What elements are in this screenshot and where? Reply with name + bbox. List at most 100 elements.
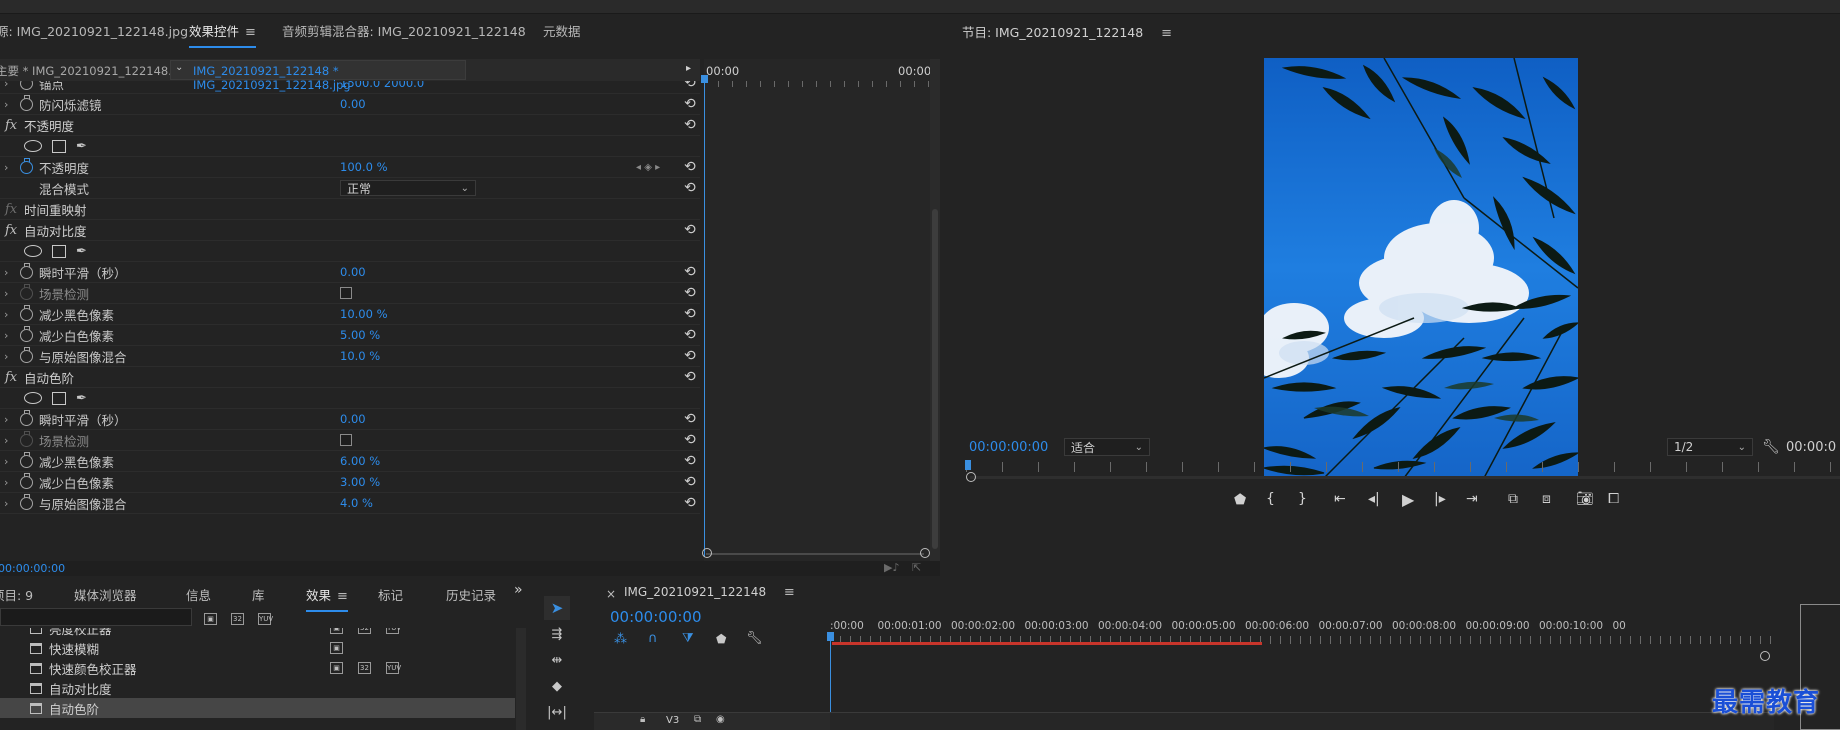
param-value[interactable]: 1500.0 2000.0 — [340, 81, 424, 90]
lift-icon[interactable]: ⧉ — [1508, 491, 1518, 507]
effect-list-item[interactable]: 自动色阶 — [0, 698, 515, 718]
tab-source[interactable]: 源: IMG_20210921_122148.jpg — [0, 21, 188, 40]
accelerated-effects-icon[interactable]: ▣ — [204, 610, 217, 625]
effects-list-scrollbar[interactable] — [516, 628, 526, 730]
scene-detect-checkbox[interactable] — [340, 287, 352, 299]
program-scroll-track[interactable] — [970, 476, 1840, 479]
chevron-right-icon[interactable]: › — [4, 329, 8, 342]
effect-list-item[interactable]: 自动对比度 — [0, 678, 515, 698]
effect-row[interactable]: › 瞬时平滑（秒） 0.00 ⟲ — [0, 262, 700, 283]
rectangle-mask-icon[interactable] — [52, 139, 66, 153]
stopwatch-icon[interactable] — [20, 157, 33, 174]
linked-selection-icon[interactable]: ⧩ — [682, 631, 694, 646]
rectangle-mask-icon[interactable] — [52, 391, 66, 405]
track-lane-v3[interactable] — [830, 712, 1774, 730]
ripple-edit-tool[interactable]: ⇹ — [544, 648, 570, 672]
stopwatch-icon[interactable] — [20, 430, 33, 447]
master-clip-label[interactable]: 主要 * IMG_20210921_122148.jpg — [0, 63, 190, 79]
tab-effect-controls[interactable]: 效果控件 ≡ — [189, 21, 256, 48]
resolution-dropdown[interactable]: 1/2 ⌄ — [1667, 438, 1753, 456]
param-value[interactable]: 6.00 % — [340, 454, 380, 468]
param-value[interactable]: 10.0 % — [340, 349, 380, 363]
reset-icon[interactable]: ⟲ — [684, 474, 696, 490]
scene-detect-checkbox[interactable] — [340, 434, 352, 446]
fx-badge-icon[interactable]: fx — [5, 118, 17, 133]
effect-row[interactable]: › 减少黑色像素 6.00 % ⟲ — [0, 451, 700, 472]
chevron-right-icon[interactable]: › — [4, 455, 8, 468]
param-value[interactable]: 4.0 % — [340, 496, 373, 510]
effect-list-item[interactable]: 快速模糊 ▣ — [0, 638, 515, 658]
fit-dropdown[interactable]: 适合 ⌄ — [1064, 438, 1150, 456]
marker-icon[interactable]: ⬟ — [1234, 492, 1246, 508]
reset-icon[interactable]: ⟲ — [684, 117, 696, 133]
pen-mask-icon[interactable]: ✒ — [76, 391, 87, 406]
effect-row[interactable]: › 与原始图像混合 4.0 % ⟲ — [0, 493, 700, 514]
reset-icon[interactable]: ⟲ — [684, 180, 696, 196]
stopwatch-icon[interactable] — [20, 325, 33, 342]
program-video-frame[interactable] — [1264, 58, 1578, 478]
reset-icon[interactable]: ⟲ — [684, 495, 696, 511]
sync-lock-icon[interactable]: ⧉ — [694, 714, 701, 725]
param-value[interactable]: 3.00 % — [340, 475, 380, 489]
zoom-handle-left[interactable] — [702, 548, 712, 558]
chevron-right-icon[interactable]: › — [4, 81, 8, 90]
effect-playhead-handle[interactable] — [701, 75, 708, 83]
reset-icon[interactable]: ⟲ — [684, 81, 696, 91]
more-tabs-icon[interactable]: » — [514, 582, 523, 598]
reset-icon[interactable]: ⟲ — [684, 432, 696, 448]
work-area-bar[interactable] — [832, 642, 1262, 645]
effect-row[interactable]: › 减少黑色像素 10.00 % ⟲ — [0, 304, 700, 325]
param-value[interactable]: 5.00 % — [340, 328, 380, 342]
param-value[interactable]: 10.00 % — [340, 307, 388, 321]
ellipse-mask-icon[interactable] — [24, 245, 42, 257]
fx-badge-icon[interactable]: fx — [5, 223, 17, 238]
chevron-right-icon[interactable]: › — [4, 413, 8, 426]
param-value[interactable]: 0.00 — [340, 265, 366, 279]
mark-in-icon[interactable]: { — [1266, 491, 1275, 507]
effect-row[interactable]: fx 自动色阶 ⟲ — [0, 367, 700, 388]
close-icon[interactable]: × — [606, 587, 616, 601]
blend-mode-dropdown[interactable]: 正常 ⌄ — [340, 180, 476, 196]
play-icon[interactable]: ▶ — [1402, 490, 1414, 509]
stopwatch-icon[interactable] — [20, 283, 33, 300]
ellipse-mask-icon[interactable] — [24, 392, 42, 404]
effect-row[interactable]: › 减少白色像素 5.00 % ⟲ — [0, 325, 700, 346]
stopwatch-icon[interactable] — [20, 472, 33, 489]
effect-row[interactable]: fx 时间重映射 — [0, 199, 700, 220]
effect-row[interactable]: › 减少白色像素 3.00 % ⟲ — [0, 472, 700, 493]
effect-row[interactable]: › 防闪烁滤镜 0.00 ⟲ — [0, 94, 700, 115]
effect-row[interactable]: 混合模式 正常 ⌄ ⟲ — [0, 178, 700, 199]
reset-icon[interactable]: ⟲ — [684, 159, 696, 175]
effect-row[interactable]: › 场景检测 ⟲ — [0, 283, 700, 304]
go-to-in-icon[interactable]: ⇤ — [1334, 491, 1346, 507]
selection-tool[interactable]: ➤ — [544, 596, 570, 620]
timeline-playhead-handle[interactable] — [827, 632, 834, 641]
eye-icon[interactable]: ◉ — [716, 714, 725, 725]
reset-icon[interactable]: ⟲ — [684, 96, 696, 112]
effects-search-input[interactable] — [0, 608, 192, 626]
fx-badge-icon[interactable]: fx — [5, 202, 17, 217]
program-scroll-handle[interactable] — [966, 472, 976, 482]
chevron-right-icon[interactable]: › — [4, 266, 8, 279]
effect-row[interactable]: fx 不透明度 ⟲ — [0, 115, 700, 136]
effect-row[interactable]: › 锚点 1500.0 2000.0 ⟲ — [0, 81, 700, 94]
mark-out-icon[interactable]: } — [1298, 491, 1307, 507]
effect-row[interactable]: ✒ — [0, 136, 700, 157]
effect-row[interactable]: › 不透明度 100.0 % ◂ ◈ ▸ ⟲ — [0, 157, 700, 178]
compare-icon[interactable]: ⧠ — [1608, 491, 1619, 507]
reset-icon[interactable]: ⟲ — [684, 453, 696, 469]
stopwatch-icon[interactable] — [20, 346, 33, 363]
chevron-right-icon[interactable]: › — [4, 476, 8, 489]
reset-icon[interactable]: ⟲ — [684, 264, 696, 280]
project-tab[interactable]: 标记 — [378, 585, 403, 604]
reset-icon[interactable]: ⟲ — [684, 348, 696, 364]
stopwatch-icon[interactable] — [20, 262, 33, 279]
effect-row[interactable]: › 瞬时平滑（秒） 0.00 ⟲ — [0, 409, 700, 430]
32bit-effects-icon[interactable]: 32 — [231, 610, 244, 625]
param-value[interactable]: 0.00 — [340, 97, 366, 111]
stopwatch-icon[interactable] — [20, 409, 33, 426]
razor-tool[interactable]: ◆ — [544, 674, 570, 698]
reset-icon[interactable]: ⟲ — [684, 285, 696, 301]
tab-audio-mixer[interactable]: 音频剪辑混合器: IMG_20210921_122148 — [282, 21, 526, 40]
export-icon[interactable]: ⇱ — [912, 561, 921, 574]
